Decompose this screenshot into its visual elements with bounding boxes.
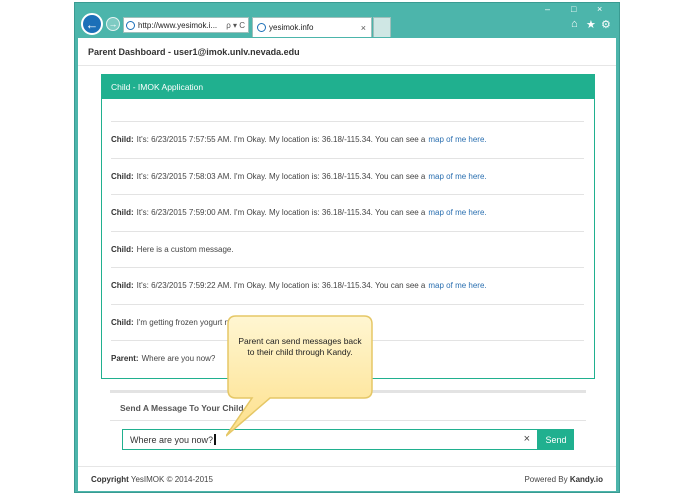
callout-text: Parent can send messages back to their c… — [238, 336, 362, 357]
powered-text: Powered By — [524, 474, 568, 484]
clear-icon[interactable]: × — [524, 433, 530, 445]
forward-button[interactable]: → — [106, 17, 120, 31]
maximize-button[interactable]: □ — [571, 4, 576, 14]
arrow-right-icon: → — [108, 19, 118, 29]
home-icon[interactable]: ⌂ — [571, 18, 578, 30]
gear-icon[interactable]: ⚙ — [601, 18, 611, 31]
list-item: Child: It's: 6/23/2015 7:59:22 AM. I'm O… — [111, 267, 584, 304]
list-item: Child: It's: 6/23/2015 7:59:00 AM. I'm O… — [111, 194, 584, 231]
tab-close-button[interactable]: × — [361, 23, 371, 33]
list-item: Child: Here is a custom message. — [111, 230, 584, 268]
message-sender: Child: — [111, 317, 134, 327]
message-sender: Child: — [111, 135, 134, 145]
powered-brand: Kandy.io — [569, 474, 603, 484]
star-icon[interactable]: ★ — [586, 18, 596, 31]
map-link[interactable]: map of me here. — [428, 281, 486, 290]
address-url: http://www.yesimok.i... — [138, 20, 218, 30]
browser-chrome: ← → http://www.yesimok.i... ρ ▾ C yesimo… — [75, 3, 619, 38]
ie-favicon-icon — [126, 20, 135, 30]
copyright-label: Copyright — [91, 474, 129, 484]
arrow-left-icon: ← — [85, 16, 99, 32]
map-link[interactable]: map of me here. — [428, 208, 486, 217]
message-sender: Child: — [111, 281, 134, 291]
message-sender: Child: — [111, 244, 134, 254]
text-cursor — [214, 434, 217, 445]
footer: Copyright YesIMOK © 2014-2015 Powered By… — [78, 466, 616, 491]
message-input-value: Where are you now? — [130, 434, 214, 445]
map-link[interactable]: map of me here. — [428, 172, 486, 181]
list-item: Child: It's: 6/23/2015 7:57:55 AM. I'm O… — [111, 121, 584, 158]
send-button[interactable]: Send — [538, 429, 574, 450]
address-bar[interactable]: http://www.yesimok.i... ρ ▾ C — [123, 17, 249, 33]
list-item: Child: It's: 6/23/2015 7:58:03 AM. I'm O… — [111, 157, 584, 195]
message-text: I'm getting frozen yogurt no — [136, 317, 234, 327]
browser-tab[interactable]: yesimok.info × — [252, 17, 372, 37]
message-sender: Child: — [111, 208, 134, 218]
callout-bubble — [226, 315, 373, 437]
panel-title: Child - IMOK Application — [102, 75, 594, 99]
message-text: Here is a custom message. — [136, 244, 234, 254]
annotation-callout: Parent can send messages back to their c… — [226, 314, 374, 437]
powered-by: Powered By Kandy.io — [524, 475, 603, 484]
back-button[interactable]: ← — [81, 13, 103, 35]
map-link[interactable]: map of me here. — [428, 135, 486, 144]
tab-title: yesimok.info — [269, 23, 314, 32]
copyright: Copyright YesIMOK © 2014-2015 — [91, 475, 213, 484]
copyright-text: YesIMOK © 2014-2015 — [130, 474, 213, 484]
address-actions[interactable]: ρ ▾ C — [223, 21, 248, 30]
new-tab-button[interactable] — [373, 17, 391, 37]
message-text: Where are you now? — [141, 354, 216, 364]
message-text: It's: 6/23/2015 7:58:03 AM. I'm Okay. My… — [136, 171, 426, 181]
message-sender: Parent: — [111, 354, 139, 364]
ie-favicon-icon — [257, 23, 266, 32]
message-text: It's: 6/23/2015 7:59:00 AM. I'm Okay. My… — [136, 208, 426, 218]
page-title: Parent Dashboard - user1@imok.unlv.nevad… — [78, 38, 616, 66]
close-window-button[interactable]: × — [597, 4, 602, 14]
minimize-button[interactable]: – — [545, 4, 550, 14]
message-sender: Child: — [111, 171, 134, 181]
message-text: It's: 6/23/2015 7:59:22 AM. I'm Okay. My… — [136, 281, 426, 291]
message-text: It's: 6/23/2015 7:57:55 AM. I'm Okay. My… — [136, 135, 426, 145]
